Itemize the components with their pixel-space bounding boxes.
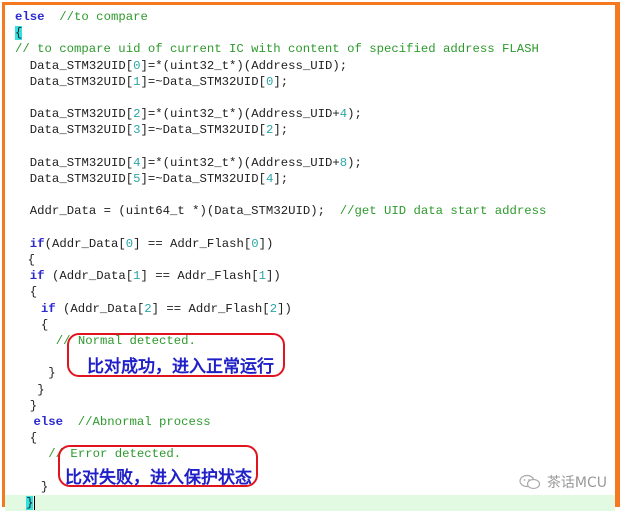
- code-number: 2: [133, 107, 141, 122]
- code-line[interactable]: }: [5, 382, 615, 398]
- code-text: ]=*(uint32_t*)(Address_UID);: [140, 58, 348, 73]
- code-text: ];: [273, 123, 289, 138]
- code-line[interactable]: // to compare uid of current IC with con…: [5, 41, 615, 57]
- code-text: ] == Addr_Flash[: [133, 236, 252, 251]
- code-text: {: [29, 431, 38, 446]
- code-number: 3: [133, 123, 141, 138]
- code-line[interactable]: [5, 90, 615, 106]
- code-text: {: [29, 285, 38, 300]
- watermark-text: 茶话MCU: [546, 475, 607, 491]
- code-number: 1: [133, 269, 141, 284]
- code-line[interactable]: Data_STM32UID[1]=~Data_STM32UID[0];: [5, 74, 615, 90]
- code-comment: //to compare: [44, 10, 148, 24]
- code-line[interactable]: if(Addr_Data[0] == Addr_Flash[0]): [5, 236, 615, 252]
- code-line[interactable]: }: [5, 398, 615, 414]
- annotation-normal-text: 比对成功，进入正常运行: [87, 357, 274, 377]
- code-text: );: [347, 107, 362, 122]
- code-keyword: else: [15, 10, 45, 24]
- code-number: 0: [251, 236, 259, 251]
- code-text: {: [27, 253, 35, 267]
- code-comment: //get UID data start address: [339, 204, 547, 219]
- code-text: ];: [273, 172, 289, 186]
- code-line[interactable]: if (Addr_Data[2] == Addr_Flash[2]): [5, 301, 615, 317]
- watermark: 茶话MCU: [519, 472, 607, 492]
- code-text: Data_STM32UID[: [29, 172, 134, 186]
- code-text: ]=~Data_STM32UID[: [140, 74, 266, 89]
- code-text: ]): [258, 236, 274, 251]
- code-line[interactable]: {: [5, 25, 615, 41]
- code-line[interactable]: {: [5, 317, 615, 333]
- code-keyword: if: [29, 236, 45, 251]
- code-text: ] == Addr_Flash[: [140, 269, 259, 284]
- code-line[interactable]: {: [5, 284, 615, 300]
- code-line[interactable]: Addr_Data = (uint64_t *)(Data_STM32UID);…: [5, 203, 615, 219]
- wechat-icon: [519, 474, 540, 490]
- code-keyword: if: [40, 301, 56, 316]
- matched-brace: }: [26, 496, 34, 510]
- code-line[interactable]: Data_STM32UID[3]=~Data_STM32UID[2];: [5, 122, 615, 138]
- code-line[interactable]: else //to compare: [5, 9, 615, 25]
- code-text: Data_STM32UID[: [29, 155, 134, 170]
- code-text: Data_STM32UID[: [29, 123, 134, 138]
- code-line[interactable]: [5, 187, 615, 203]
- code-number: 2: [269, 301, 278, 316]
- code-text: ] == Addr_Flash[: [151, 301, 270, 316]
- code-text: {: [40, 317, 49, 332]
- annotation-error-text: 比对失败，进入保护状态: [65, 468, 252, 488]
- code-text: Addr_Data = (uint64_t *)(Data_STM32UID);: [29, 204, 340, 219]
- code-text: ];: [273, 74, 289, 89]
- code-number: 5: [133, 172, 141, 186]
- code-text: ]): [265, 269, 281, 284]
- code-line[interactable]: Data_STM32UID[2]=*(uint32_t*)(Address_UI…: [5, 106, 615, 122]
- code-comment: // to compare uid of current IC with con…: [15, 42, 539, 57]
- code-keyword: else: [33, 415, 64, 429]
- code-text: ]=*(uint32_t*)(Address_UID+: [140, 155, 340, 170]
- code-line[interactable]: {: [5, 430, 615, 446]
- code-text: Data_STM32UID[: [29, 107, 134, 122]
- code-line-current[interactable]: }: [5, 495, 615, 511]
- code-number: 2: [144, 301, 152, 316]
- code-number: 0: [133, 58, 141, 73]
- code-text: }: [48, 366, 56, 381]
- code-line[interactable]: [5, 220, 615, 236]
- code-line[interactable]: Data_STM32UID[5]=~Data_STM32UID[4];: [5, 171, 615, 187]
- code-text: Data_STM32UID[: [29, 74, 134, 89]
- code-text: (Addr_Data[: [44, 236, 126, 251]
- code-text: ]=~Data_STM32UID[: [140, 123, 266, 138]
- code-line[interactable]: if (Addr_Data[1] == Addr_Flash[1]): [5, 268, 615, 284]
- code-number: 1: [258, 269, 266, 284]
- code-editor-frame: else //to compare{// to compare uid of c…: [2, 2, 620, 511]
- text-cursor: [34, 495, 36, 510]
- code-text: }: [37, 382, 45, 397]
- code-text: ]=*(uint32_t*)(Address_UID+: [140, 107, 340, 122]
- code-text: }: [29, 398, 38, 413]
- matched-brace: {: [15, 26, 23, 41]
- code-line[interactable]: {: [5, 252, 615, 268]
- code-number: 1: [133, 74, 141, 89]
- code-text: Data_STM32UID[: [29, 58, 134, 73]
- code-text: );: [347, 155, 362, 170]
- code-number: 4: [133, 155, 141, 170]
- code-text: (Addr_Data[: [44, 269, 134, 284]
- code-keyword: if: [29, 269, 45, 284]
- code-line[interactable]: else //Abnormal process: [5, 414, 615, 430]
- code-text: (Addr_Data[: [55, 301, 145, 316]
- code-line[interactable]: [5, 139, 615, 155]
- code-line[interactable]: Data_STM32UID[4]=*(uint32_t*)(Address_UI…: [5, 155, 615, 171]
- code-comment: //Abnormal process: [63, 415, 211, 429]
- code-text: ]): [277, 301, 292, 316]
- code-text: ]=~Data_STM32UID[: [140, 172, 266, 186]
- code-line[interactable]: Data_STM32UID[0]=*(uint32_t*)(Address_UI…: [5, 58, 615, 74]
- code-text: }: [40, 479, 49, 494]
